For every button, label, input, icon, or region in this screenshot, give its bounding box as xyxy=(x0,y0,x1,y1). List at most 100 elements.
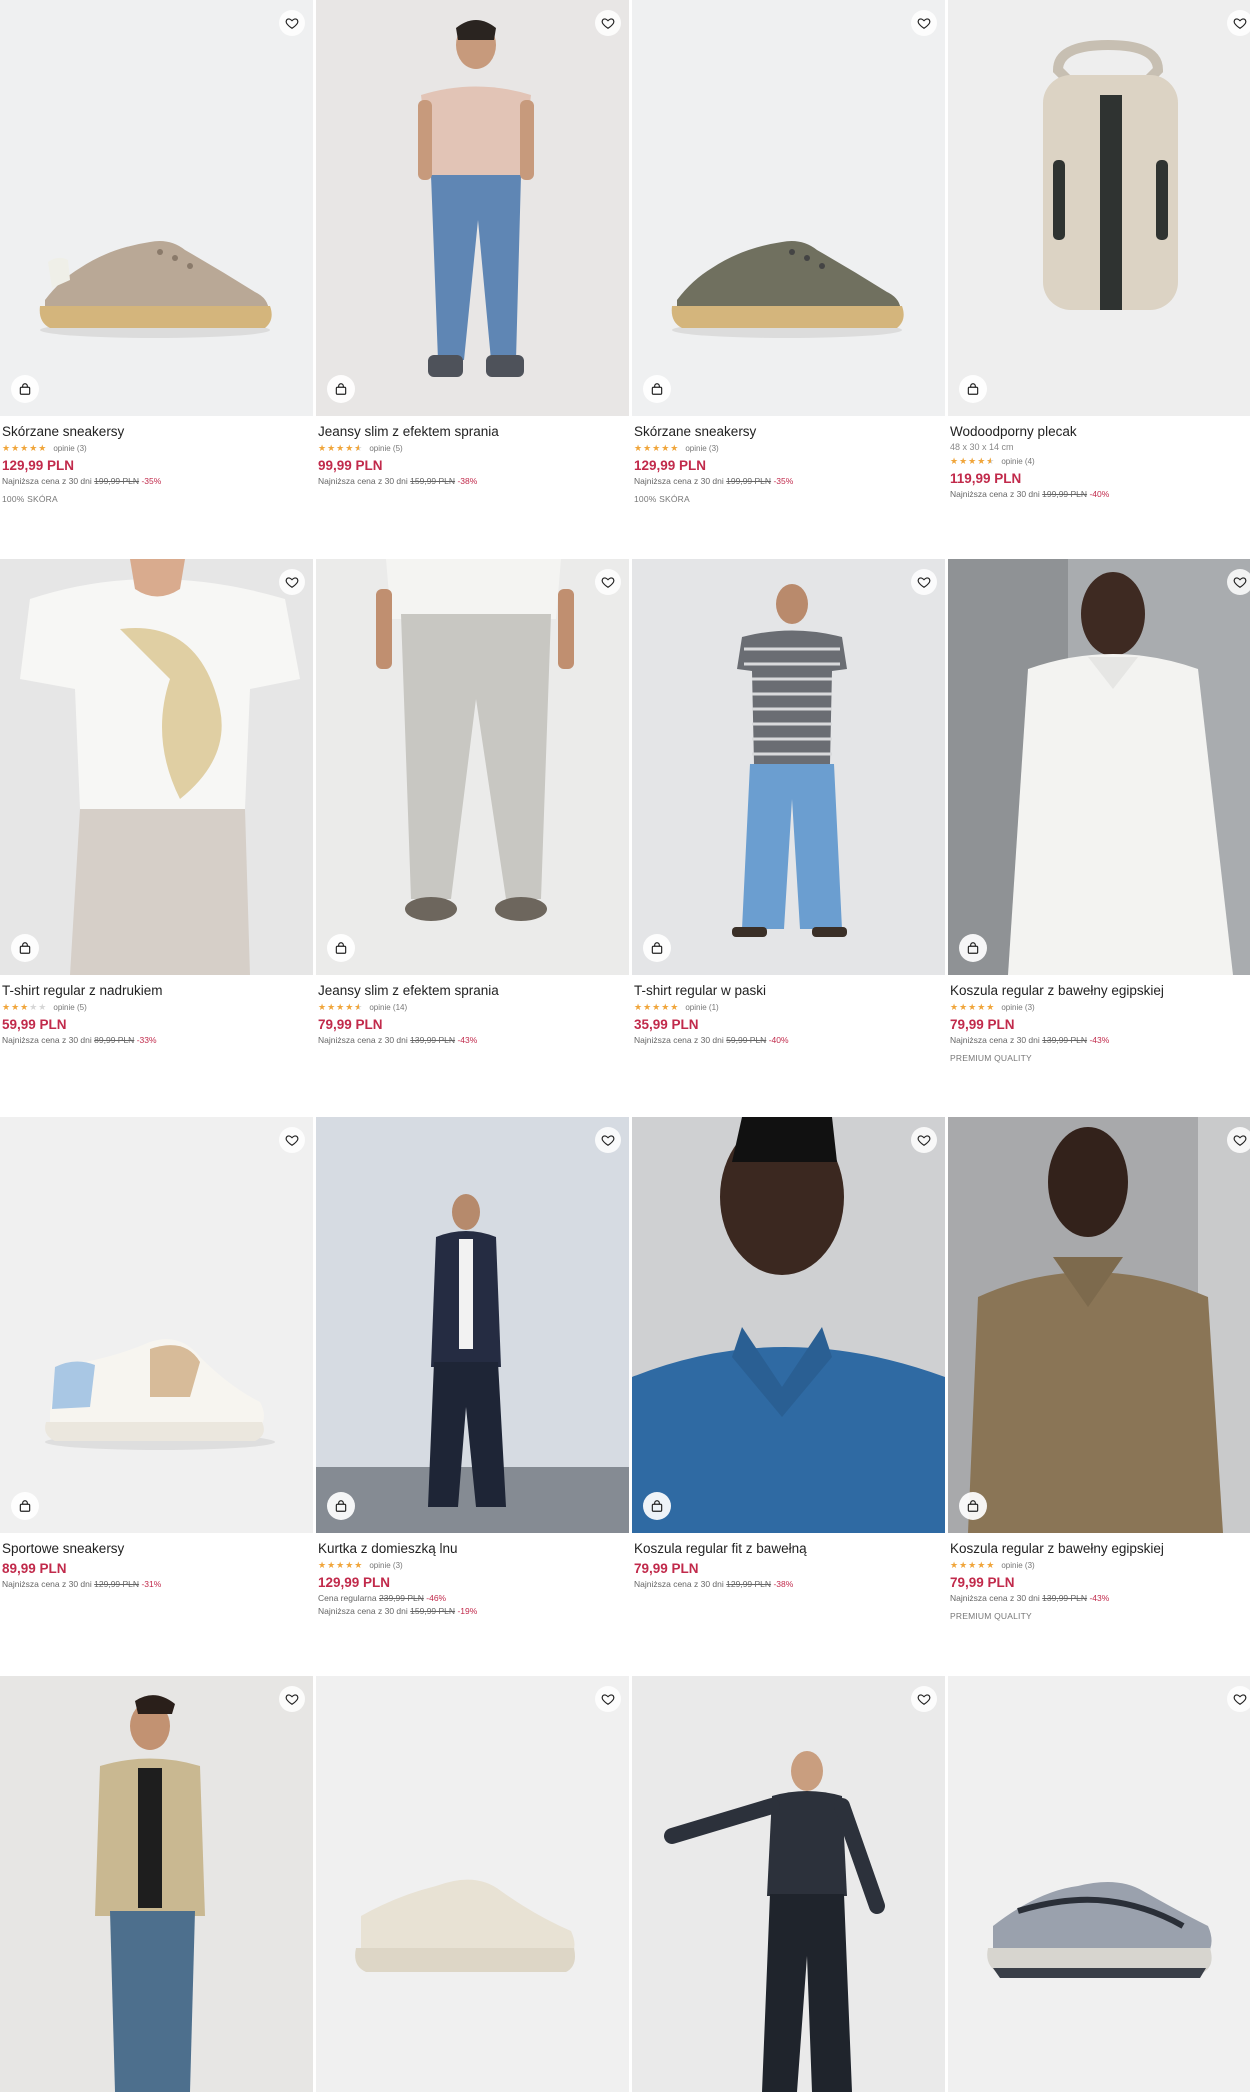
product-card[interactable]: Skórzane sneakersy ★★★★★ opinie (3) 129,9… xyxy=(632,0,945,506)
favorite-button[interactable] xyxy=(279,1686,305,1712)
review-count[interactable]: opinie (4) xyxy=(1001,457,1034,466)
product-card[interactable]: Koszula regular z bawełny egipskiej ★★★★… xyxy=(948,559,1250,1065)
product-image[interactable] xyxy=(316,0,629,416)
product-card[interactable] xyxy=(316,1676,629,2092)
shopping-bag-icon xyxy=(651,383,663,395)
product-card[interactable]: T-shirt regular z nadrukiem ★★★★★ opinie … xyxy=(0,559,313,1047)
product-card[interactable] xyxy=(0,1676,313,2092)
jacket-model-photo xyxy=(0,1676,313,2092)
review-count[interactable]: opinie (5) xyxy=(53,1003,86,1012)
jeans-model-photo xyxy=(316,0,629,416)
product-tag: 100% SKÓRA xyxy=(2,494,58,504)
product-image[interactable] xyxy=(632,0,945,416)
product-card[interactable]: Jeansy slim z efektem sprania ★★★★★★ opin… xyxy=(316,559,629,1047)
favorite-button[interactable] xyxy=(1227,569,1250,595)
rating: ★★★★★ opinie (5) xyxy=(2,1000,311,1014)
product-name[interactable]: Skórzane sneakersy xyxy=(634,423,943,441)
product-image[interactable] xyxy=(316,1676,629,2092)
add-to-bag-button[interactable] xyxy=(327,934,355,962)
product-image[interactable] xyxy=(316,1117,629,1533)
rating: ★★★★★ opinie (1) xyxy=(634,1000,943,1014)
lowest-price: Najniższa cena z 30 dni 129,99 PLN -31% xyxy=(2,1579,162,1589)
product-image[interactable] xyxy=(948,559,1250,975)
product-name[interactable]: Skórzane sneakersy xyxy=(2,423,311,441)
product-name[interactable]: Wodoodporny plecak xyxy=(950,423,1250,441)
rating-stars: ★★★★★ xyxy=(2,442,48,453)
product-card[interactable]: Koszula regular fit z bawełną 79,99 PLN … xyxy=(632,1117,945,1591)
product-card[interactable]: T-shirt regular w paski ★★★★★ opinie (1) … xyxy=(632,559,945,1047)
product-image[interactable] xyxy=(316,559,629,975)
tshirt-model-photo xyxy=(632,559,945,975)
product-name[interactable]: Sportowe sneakersy xyxy=(2,1540,311,1558)
review-count[interactable]: opinie (3) xyxy=(685,444,718,453)
favorite-button[interactable] xyxy=(595,10,621,36)
product-image[interactable] xyxy=(0,1676,313,2092)
product-card[interactable] xyxy=(948,1676,1250,2092)
favorite-button[interactable] xyxy=(911,1127,937,1153)
favorite-button[interactable] xyxy=(595,569,621,595)
heart-icon xyxy=(1233,1135,1247,1146)
product-name[interactable]: Koszula regular z bawełny egipskiej xyxy=(950,1540,1250,1558)
add-to-bag-button[interactable] xyxy=(643,1492,671,1520)
product-image[interactable] xyxy=(948,1676,1250,2092)
favorite-button[interactable] xyxy=(911,569,937,595)
product-image[interactable] xyxy=(632,1117,945,1533)
add-to-bag-button[interactable] xyxy=(327,1492,355,1520)
backpack-photo xyxy=(948,0,1250,416)
add-to-bag-button[interactable] xyxy=(643,375,671,403)
product-card[interactable]: Koszula regular z bawełny egipskiej ★★★★… xyxy=(948,1117,1250,1623)
product-name[interactable]: T-shirt regular z nadrukiem xyxy=(2,982,311,1000)
heart-icon xyxy=(285,18,299,29)
favorite-button[interactable] xyxy=(279,1127,305,1153)
review-count[interactable]: opinie (3) xyxy=(1001,1003,1034,1012)
product-name[interactable]: Jeansy slim z efektem sprania xyxy=(318,423,627,441)
favorite-button[interactable] xyxy=(1227,10,1250,36)
favorite-button[interactable] xyxy=(279,569,305,595)
review-count[interactable]: opinie (14) xyxy=(369,1003,407,1012)
review-count[interactable]: opinie (3) xyxy=(53,444,86,453)
product-card[interactable]: Skórzane sneakersy ★★★★★ opinie (3) 129,9… xyxy=(0,0,313,506)
product-name[interactable]: Kurtka z domieszką lnu xyxy=(318,1540,627,1558)
product-image[interactable] xyxy=(0,1117,313,1533)
product-image[interactable] xyxy=(0,559,313,975)
add-to-bag-button[interactable] xyxy=(327,375,355,403)
heart-icon xyxy=(601,577,615,588)
add-to-bag-button[interactable] xyxy=(11,934,39,962)
favorite-button[interactable] xyxy=(1227,1127,1250,1153)
add-to-bag-button[interactable] xyxy=(959,1492,987,1520)
product-image[interactable] xyxy=(0,0,313,416)
denim-jacket-model-photo xyxy=(632,1676,945,2092)
product-image[interactable] xyxy=(948,1117,1250,1533)
review-count[interactable]: opinie (1) xyxy=(685,1003,718,1012)
rating: ★★★★★ opinie (3) xyxy=(950,1000,1250,1014)
add-to-bag-button[interactable] xyxy=(11,375,39,403)
review-count[interactable]: opinie (3) xyxy=(369,1561,402,1570)
product-image[interactable] xyxy=(632,1676,945,2092)
heart-icon xyxy=(285,1694,299,1705)
shopping-bag-icon xyxy=(651,1500,663,1512)
product-name[interactable]: T-shirt regular w paski xyxy=(634,982,943,1000)
product-image[interactable] xyxy=(632,559,945,975)
review-count[interactable]: opinie (3) xyxy=(1001,1561,1034,1570)
rating: ★★★★★★ opinie (5) xyxy=(318,441,627,455)
favorite-button[interactable] xyxy=(1227,1686,1250,1712)
product-image[interactable] xyxy=(948,0,1250,416)
add-to-bag-button[interactable] xyxy=(11,1492,39,1520)
product-card[interactable]: Jeansy slim z efektem sprania ★★★★★★ opin… xyxy=(316,0,629,488)
favorite-button[interactable] xyxy=(595,1127,621,1153)
favorite-button[interactable] xyxy=(911,1686,937,1712)
review-count[interactable]: opinie (5) xyxy=(369,444,402,453)
favorite-button[interactable] xyxy=(911,10,937,36)
product-name[interactable]: Jeansy slim z efektem sprania xyxy=(318,982,627,1000)
add-to-bag-button[interactable] xyxy=(959,375,987,403)
product-card[interactable] xyxy=(632,1676,945,2092)
product-card[interactable]: Sportowe sneakersy 89,99 PLN Najniższa c… xyxy=(0,1117,313,1591)
product-card[interactable]: Kurtka z domieszką lnu ★★★★★ opinie (3) 1… xyxy=(316,1117,629,1618)
product-name[interactable]: Koszula regular z bawełny egipskiej xyxy=(950,982,1250,1000)
product-card[interactable]: Wodoodporny plecak 48 x 30 x 14 cm ★★★★★… xyxy=(948,0,1250,501)
add-to-bag-button[interactable] xyxy=(959,934,987,962)
add-to-bag-button[interactable] xyxy=(643,934,671,962)
product-name[interactable]: Koszula regular fit z bawełną xyxy=(634,1540,943,1558)
favorite-button[interactable] xyxy=(595,1686,621,1712)
favorite-button[interactable] xyxy=(279,10,305,36)
